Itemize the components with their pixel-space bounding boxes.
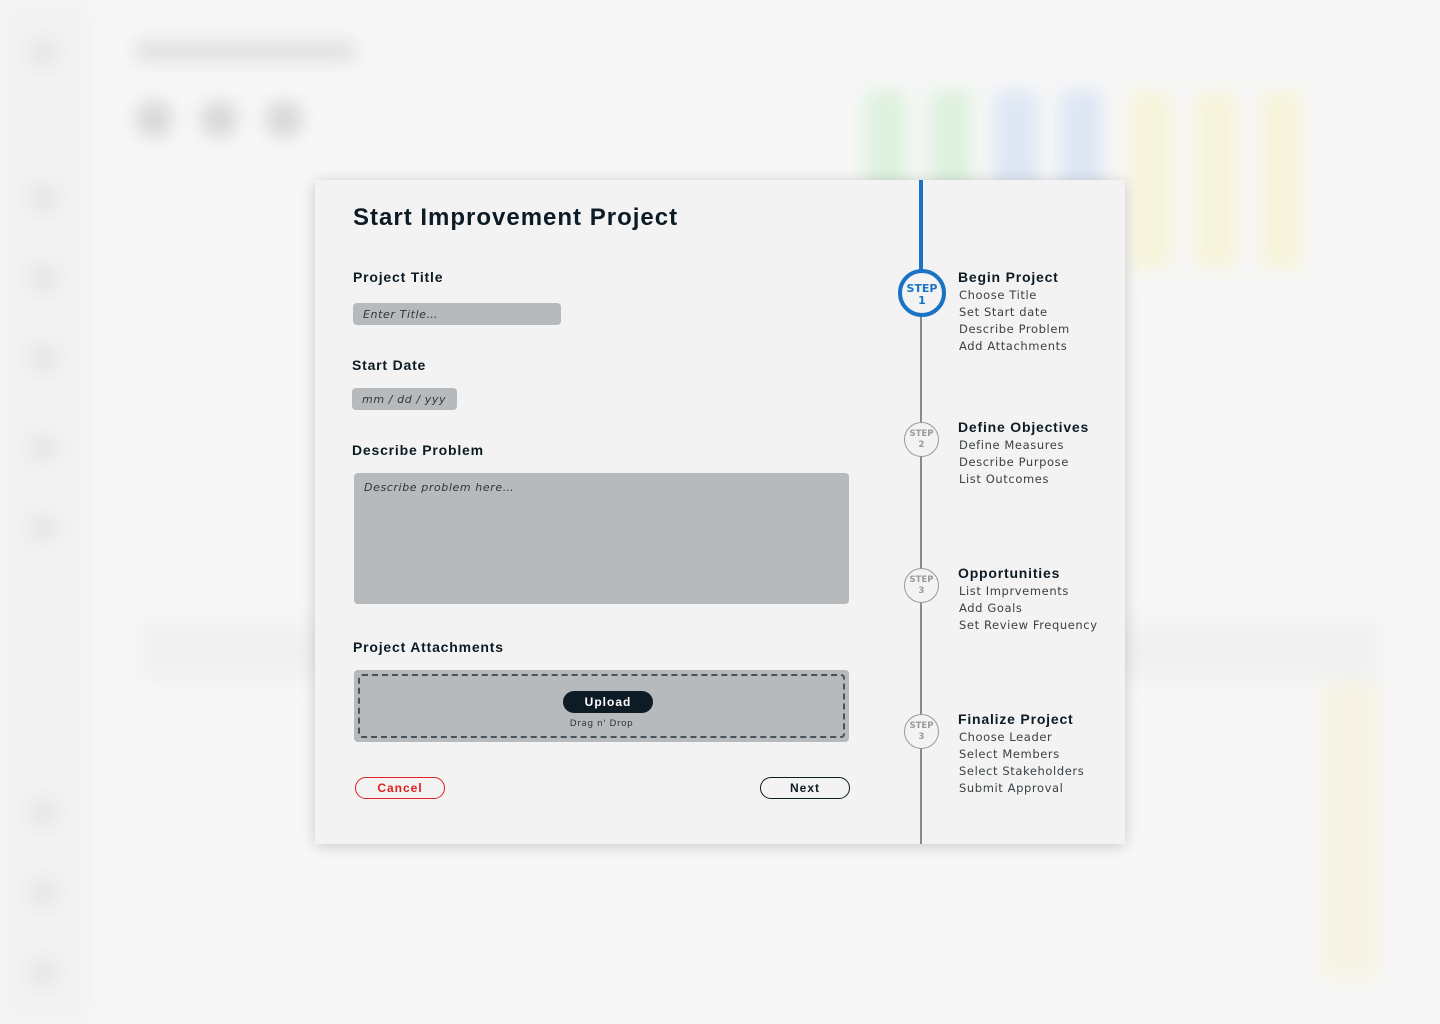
background-nav-icon xyxy=(30,265,56,291)
background-nav-icon xyxy=(30,185,56,211)
step-badge-number: 3 xyxy=(918,586,925,596)
start-date-input[interactable] xyxy=(352,388,457,410)
start-project-modal: Start Improvement Project Project Title … xyxy=(315,180,1125,844)
step-3-items: List Imprvements Add Goals Set Review Fr… xyxy=(959,583,1098,634)
step-item: Choose Title xyxy=(959,288,1037,302)
step-2-title: Define Objectives xyxy=(958,419,1090,435)
background-title xyxy=(135,40,355,62)
step-item: Add Attachments xyxy=(959,339,1068,353)
background-column xyxy=(1195,90,1237,270)
step-4-items: Choose Leader Select Members Select Stak… xyxy=(959,729,1084,797)
background-nav-icon xyxy=(30,345,56,371)
step-item: List Imprvements xyxy=(959,584,1069,598)
background-column xyxy=(1130,90,1172,270)
background-nav-icon xyxy=(30,435,56,461)
background-avatar xyxy=(265,100,303,138)
step-badge-word: STEP xyxy=(909,721,934,731)
background-panel xyxy=(1320,680,1380,980)
describe-problem-label: Describe Problem xyxy=(352,442,484,458)
step-item: List Outcomes xyxy=(959,472,1050,486)
step-badge-number: 2 xyxy=(918,440,925,450)
cancel-button[interactable]: Cancel xyxy=(355,777,445,799)
step-item: Define Measures xyxy=(959,438,1065,452)
step-2-badge: STEP 2 xyxy=(904,422,939,457)
step-2-items: Define Measures Describe Purpose List Ou… xyxy=(959,437,1069,488)
background-logo xyxy=(30,40,56,66)
step-4-badge: STEP 3 xyxy=(904,714,939,749)
background-nav-icon xyxy=(30,880,56,906)
attachments-dropzone[interactable]: Upload Drag n' Drop xyxy=(354,670,849,742)
step-item: Describe Purpose xyxy=(959,455,1069,469)
start-date-label: Start Date xyxy=(352,357,427,373)
step-badge-number: 1 xyxy=(918,294,926,307)
background-column xyxy=(1260,90,1302,270)
step-3-badge: STEP 3 xyxy=(904,568,939,603)
modal-title: Start Improvement Project xyxy=(353,204,679,231)
step-item: Add Goals xyxy=(959,601,1023,615)
step-item: Set Start date xyxy=(959,305,1048,319)
step-badge-number: 3 xyxy=(918,732,925,742)
next-button[interactable]: Next xyxy=(760,777,850,799)
step-1-items: Choose Title Set Start date Describe Pro… xyxy=(959,287,1070,355)
background-avatar xyxy=(200,100,238,138)
step-item: Select Members xyxy=(959,747,1060,761)
project-title-input[interactable] xyxy=(353,303,561,325)
step-item: Submit Approval xyxy=(959,781,1064,795)
background-nav-icon xyxy=(30,515,56,541)
stepper-track-progress xyxy=(919,180,923,272)
dropzone-border: Upload Drag n' Drop xyxy=(358,674,845,738)
step-item: Select Stakeholders xyxy=(959,764,1085,778)
drag-drop-hint: Drag n' Drop xyxy=(569,719,634,729)
describe-problem-textarea[interactable] xyxy=(354,473,849,604)
step-1-badge: STEP 1 xyxy=(898,269,946,317)
background-avatar xyxy=(135,100,173,138)
step-item: Describe Problem xyxy=(959,322,1070,336)
background-nav-icon xyxy=(30,800,56,826)
project-title-label: Project Title xyxy=(353,269,444,285)
step-4-title: Finalize Project xyxy=(958,711,1074,727)
step-badge-word: STEP xyxy=(909,575,934,585)
step-badge-word: STEP xyxy=(909,429,934,439)
background-nav-icon xyxy=(30,960,56,986)
step-3-title: Opportunities xyxy=(958,565,1061,581)
background-sidebar xyxy=(0,0,90,1024)
attachments-label: Project Attachments xyxy=(353,639,504,655)
step-item: Set Review Frequency xyxy=(959,618,1098,632)
step-item: Choose Leader xyxy=(959,730,1053,744)
step-1-title: Begin Project xyxy=(958,269,1059,285)
upload-button[interactable]: Upload xyxy=(563,691,653,713)
